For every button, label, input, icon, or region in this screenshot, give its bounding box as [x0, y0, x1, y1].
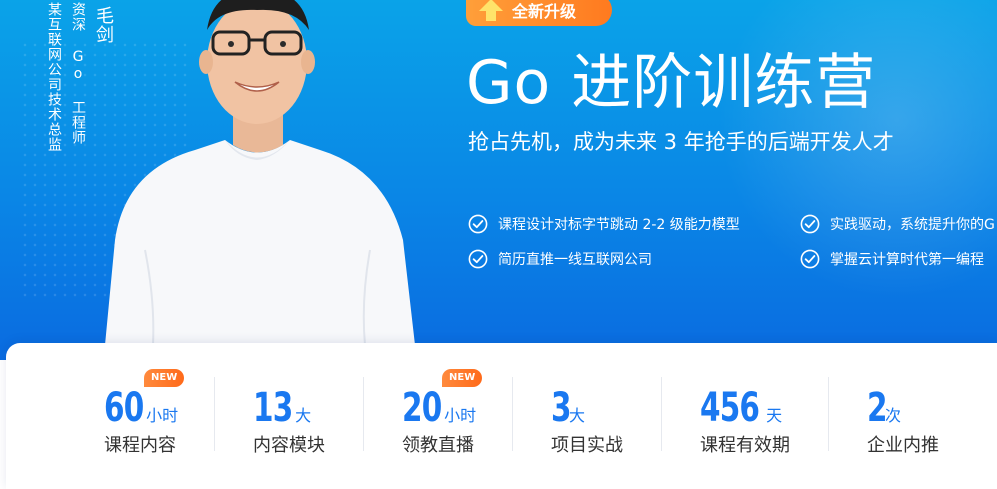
check-circle-icon — [800, 214, 820, 234]
upgrade-badge: 全新升级 — [466, 0, 612, 26]
stat-label: 课程内容 — [104, 435, 176, 456]
stat-label: 课程有效期 — [700, 435, 790, 456]
check-circle-icon — [468, 249, 488, 269]
stat-unit: 小时 — [146, 406, 179, 425]
stat-referrals: 2 次 企业内推 — [867, 343, 997, 489]
stat-label: 领教直播 — [402, 435, 474, 456]
stat-label: 项目实战 — [551, 435, 623, 456]
stat-validity: 456 天 课程有效期 — [700, 343, 848, 489]
stat-value: 20 — [402, 385, 442, 431]
instructor-role: 资深 Go 工程师 — [70, 2, 86, 145]
stat-unit: 大 — [569, 406, 586, 425]
feature-label: 课程设计对标字节跳动 2-2 级能力模型 — [498, 217, 740, 233]
stat-value: 2 — [867, 385, 888, 431]
arrow-up-icon — [479, 0, 503, 21]
stat-value: 3 — [551, 385, 572, 431]
stat-value: 456 — [700, 385, 760, 431]
feature-item: 掌握云计算时代第一编程 — [800, 249, 984, 269]
stat-unit: 天 — [766, 406, 783, 425]
feature-item: 简历直推一线互联网公司 — [468, 249, 652, 269]
feature-item: 课程设计对标字节跳动 2-2 级能力模型 — [468, 214, 740, 234]
divider — [214, 377, 215, 451]
stat-course-hours: NEW 60 小时 课程内容 — [104, 343, 252, 489]
instructor-organization: 某互联网公司技术总监 — [46, 2, 62, 152]
feature-label: 掌握云计算时代第一编程 — [830, 252, 984, 268]
stat-label: 内容模块 — [253, 435, 325, 456]
stat-projects: 3 大 项目实战 — [551, 343, 699, 489]
feature-label: 实践驱动，系统提升你的G — [830, 217, 995, 233]
page-subtitle: 抢占先机，成为未来 3 年抢手的后端开发人才 — [468, 130, 894, 154]
upgrade-badge-label: 全新升级 — [512, 2, 577, 21]
divider — [661, 377, 662, 451]
stat-unit: 小时 — [444, 406, 477, 425]
stat-label: 企业内推 — [867, 435, 939, 456]
stat-value: 13 — [253, 385, 293, 431]
stat-live-hours: NEW 20 小时 领教直播 — [402, 343, 550, 489]
feature-item: 实践驱动，系统提升你的G — [800, 214, 995, 234]
hero-banner: 某互联网公司技术总监 资深 Go 工程师 毛剑 全新升级 Go 进阶训练营 抢占… — [0, 0, 997, 360]
divider — [363, 377, 364, 451]
check-circle-icon — [800, 249, 820, 269]
page-title: Go 进阶训练营 — [466, 48, 877, 118]
check-circle-icon — [468, 214, 488, 234]
stat-unit: 大 — [295, 406, 312, 425]
stat-unit: 次 — [885, 406, 902, 425]
divider — [512, 377, 513, 451]
stats-card: NEW 60 小时 课程内容 13 大 内容模块 NEW 20 小时 领教直播 … — [6, 343, 997, 489]
divider — [828, 377, 829, 451]
stat-modules: 13 大 内容模块 — [253, 343, 401, 489]
instructor-photo — [105, 0, 415, 345]
feature-label: 简历直推一线互联网公司 — [498, 252, 652, 268]
stat-value: 60 — [104, 385, 144, 431]
